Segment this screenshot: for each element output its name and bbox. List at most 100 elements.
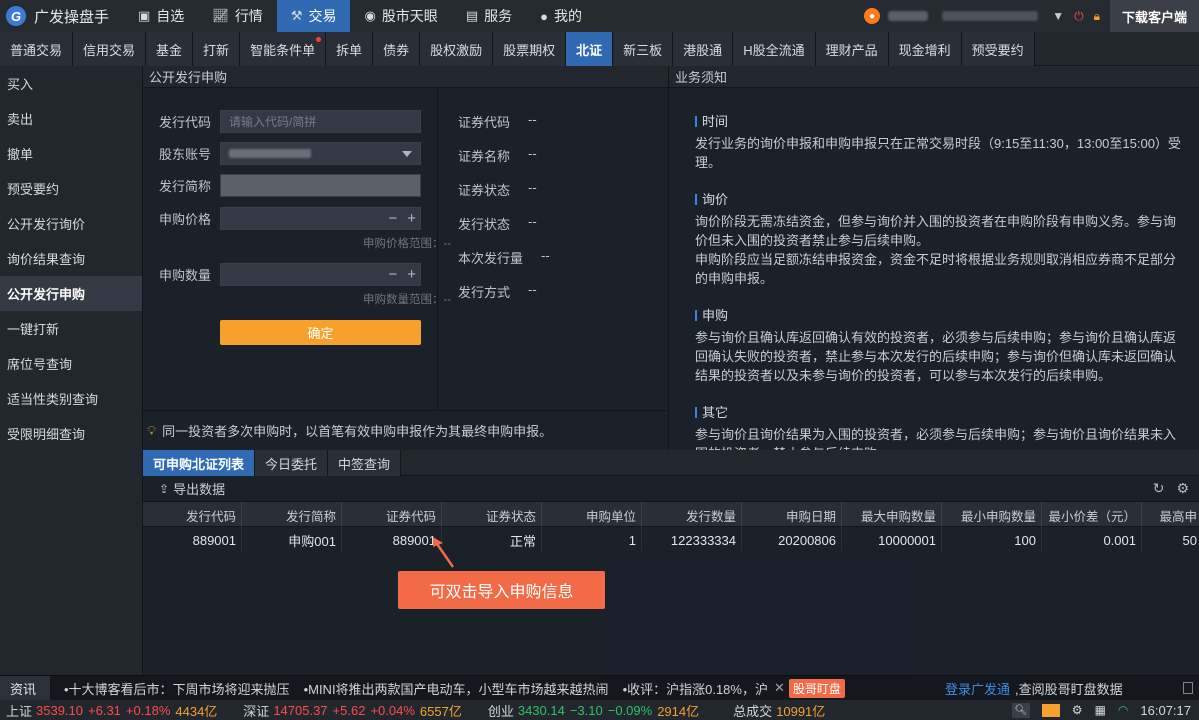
sidebar-item-restricted[interactable]: 受限明细查询 — [0, 416, 142, 451]
sidebar-item-buy[interactable]: 买入 — [0, 66, 142, 101]
table-header: 发行代码 发行简称 证券代码 证券状态 申购单位 发行数量 申购日期 最大申购数… — [143, 501, 1199, 528]
name-field — [220, 174, 421, 197]
sidebar-item-subscribe[interactable]: 公开发行申购 — [0, 276, 142, 311]
user-avatar-icon[interactable]: ● — [864, 8, 881, 24]
col-header[interactable]: 申购日期 — [742, 502, 842, 528]
topnav-label: 股市天眼 — [381, 8, 438, 24]
col-header[interactable]: 发行数量 — [642, 502, 742, 528]
stack-icon[interactable]: ▦ — [1095, 703, 1106, 717]
col-header[interactable]: 证券状态 — [442, 502, 542, 528]
table-row[interactable]: 889001 申购001 889001 正常 1 122333334 20200… — [143, 527, 1199, 553]
sidebar-item-cancel[interactable]: 撤单 — [0, 136, 142, 171]
export-button[interactable]: 导出数据 — [173, 479, 225, 498]
tab-options[interactable]: 股票期权 — [493, 32, 567, 66]
news-tag[interactable]: 资讯 — [0, 675, 50, 701]
topnav-service[interactable]: ▤ 服务 — [452, 0, 526, 32]
col-header[interactable]: 最小价差（元） — [1042, 502, 1142, 528]
topnav-label: 自选 — [156, 8, 185, 24]
col-header[interactable]: 发行代码 — [143, 502, 242, 528]
price-stepper-buttons: − + — [378, 208, 416, 229]
topnav-eye[interactable]: ◉ 股市天眼 — [350, 0, 451, 32]
code-input[interactable]: 请输入代码/简拼 — [220, 110, 421, 133]
index-volume: 2914亿 — [657, 703, 700, 719]
tab-ipo[interactable]: 打新 — [193, 32, 241, 66]
tab-normal[interactable]: 普通交易 — [0, 32, 74, 66]
col-header[interactable]: 最高申 — [1142, 502, 1199, 528]
rules-section-title: 时间 — [695, 112, 1185, 131]
tab-tender-offer[interactable]: 预受要约 — [961, 32, 1035, 66]
tab-split[interactable]: 拆单 — [326, 32, 374, 66]
col-header[interactable]: 最小申购数量 — [942, 502, 1042, 528]
sidebar-item-sell[interactable]: 卖出 — [0, 101, 142, 136]
topnav-watchlist[interactable]: ▣ 自选 — [124, 0, 198, 32]
tab-smart-order[interactable]: 智能条件单 — [240, 32, 327, 66]
notice-text: 同一投资者多次申购时，以首笔有效申购申报作为其最终申购申报。 — [162, 424, 553, 439]
news-item[interactable]: •收评：沪指涨0.18%，沪 — [623, 679, 768, 698]
news-item[interactable]: •十大博客看后市：下周市场将迎来抛压 — [64, 679, 290, 698]
price-label: 申购价格 — [158, 212, 211, 227]
index-change: +5.62 — [332, 702, 366, 718]
tab-credit[interactable]: 信用交易 — [73, 32, 147, 66]
tab-cash[interactable]: 现金增利 — [888, 32, 962, 66]
tab-wealth[interactable]: 理财产品 — [815, 32, 889, 66]
sidebar-item-tender[interactable]: 预受要约 — [0, 171, 142, 206]
col-header[interactable]: 发行简称 — [242, 502, 342, 528]
square-icon[interactable] — [1183, 682, 1193, 694]
download-client-button[interactable]: 下载客户端 — [1109, 0, 1199, 32]
col-header[interactable]: 证券代码 — [342, 502, 442, 528]
news-item[interactable]: •MINI将推出两款国产电动车，小型车市场越来越热闹 — [304, 679, 609, 698]
minus-icon[interactable]: − — [388, 266, 397, 283]
plus-icon[interactable]: + — [407, 210, 416, 227]
rules-line: 参与询价且询价结果为入围的投资者，必须参与后续申购；参与询价且询价结果未入围的投… — [695, 427, 1177, 450]
sidebar-item-inquiry-result[interactable]: 询价结果查询 — [0, 241, 142, 276]
topnav-market[interactable]: 📈︎ 行情 — [198, 0, 277, 32]
tab-neeq[interactable]: 新三板 — [613, 32, 674, 66]
tab-bse[interactable]: 北证 — [566, 32, 614, 66]
rules-line: 参与询价且确认库返回确认有效的投资者，必须参与后续申购；参与询价且确认库返回确认… — [695, 330, 1177, 383]
tab-bond[interactable]: 债券 — [373, 32, 421, 66]
quantity-stepper[interactable]: − + — [220, 263, 421, 286]
minus-icon[interactable]: − — [388, 210, 397, 227]
gear-icon[interactable]: ⚙ — [1072, 703, 1083, 717]
info-label: 证券状态 — [458, 183, 511, 198]
lock-icon[interactable]: 🔒︎ — [1094, 9, 1100, 24]
mail-icon[interactable] — [1041, 703, 1060, 717]
login-link[interactable]: 登录广发通 — [945, 679, 1010, 698]
tab-hk-connect[interactable]: 港股通 — [673, 32, 734, 66]
info-sec-status: 证券状态 -- — [458, 180, 537, 199]
tab-available-list[interactable]: 可申购北证列表 — [143, 450, 256, 476]
chart-icon: 📈︎ — [212, 8, 229, 23]
col-header[interactable]: 最大申购数量 — [842, 502, 942, 528]
tab-today-orders[interactable]: 今日委托 — [255, 450, 329, 476]
index-pct: −0.09% — [607, 702, 653, 718]
sidebar-item-seat[interactable]: 席位号查询 — [0, 346, 142, 381]
form-panel-title: 公开发行申购 — [143, 66, 668, 88]
index-pct: +0.04% — [370, 702, 415, 718]
tab-h-share[interactable]: H股全流通 — [733, 32, 816, 66]
account-row: 股东账号 — [143, 142, 421, 165]
col-header[interactable]: 申购单位 — [542, 502, 642, 528]
search-icon[interactable]: 🔍︎ — [1011, 702, 1030, 718]
news-ticker: 资讯 •十大博客看后市：下周市场将迎来抛压 •MINI将推出两款国产电动车，小型… — [0, 675, 1199, 701]
index-status-bar: 上证 3539.10 +6.31 +0.18% 4434亿 深证 14705.3… — [0, 700, 1199, 720]
sidebar-item-suitability[interactable]: 适当性类别查询 — [0, 381, 142, 416]
refresh-icon[interactable]: ↻ — [1153, 480, 1165, 497]
clock-time: 16:07:17 — [1140, 702, 1191, 718]
topnav-trade[interactable]: ⚒ 交易 — [276, 0, 351, 32]
sidebar-item-one-click[interactable]: 一键打新 — [0, 311, 142, 346]
gear-icon[interactable]: ⚙ — [1176, 480, 1189, 497]
confirm-button[interactable]: 确定 — [220, 320, 421, 345]
tab-fund[interactable]: 基金 — [146, 32, 194, 66]
topnav-mine[interactable]: ● 我的 — [526, 0, 596, 32]
close-icon[interactable]: ✕ — [774, 680, 785, 696]
tab-winning-query[interactable]: 中签查询 — [328, 450, 402, 476]
dropdown-arrow-icon[interactable]: ▼ — [1052, 9, 1064, 23]
tab-equity-incentive[interactable]: 股权激励 — [420, 32, 494, 66]
account-select[interactable] — [220, 142, 421, 165]
plus-icon[interactable]: + — [407, 266, 416, 283]
sidebar-item-inquiry[interactable]: 公开发行询价 — [0, 206, 142, 241]
power-icon[interactable]: ⏻ — [1074, 9, 1084, 24]
price-stepper[interactable]: − + — [220, 207, 421, 230]
rules-section: 其它 参与询价且询价结果为入围的投资者，必须参与后续申购；参与询价且询价结果未入… — [695, 403, 1185, 450]
stock-watch-badge[interactable]: 股哥盯盘 — [788, 678, 845, 698]
